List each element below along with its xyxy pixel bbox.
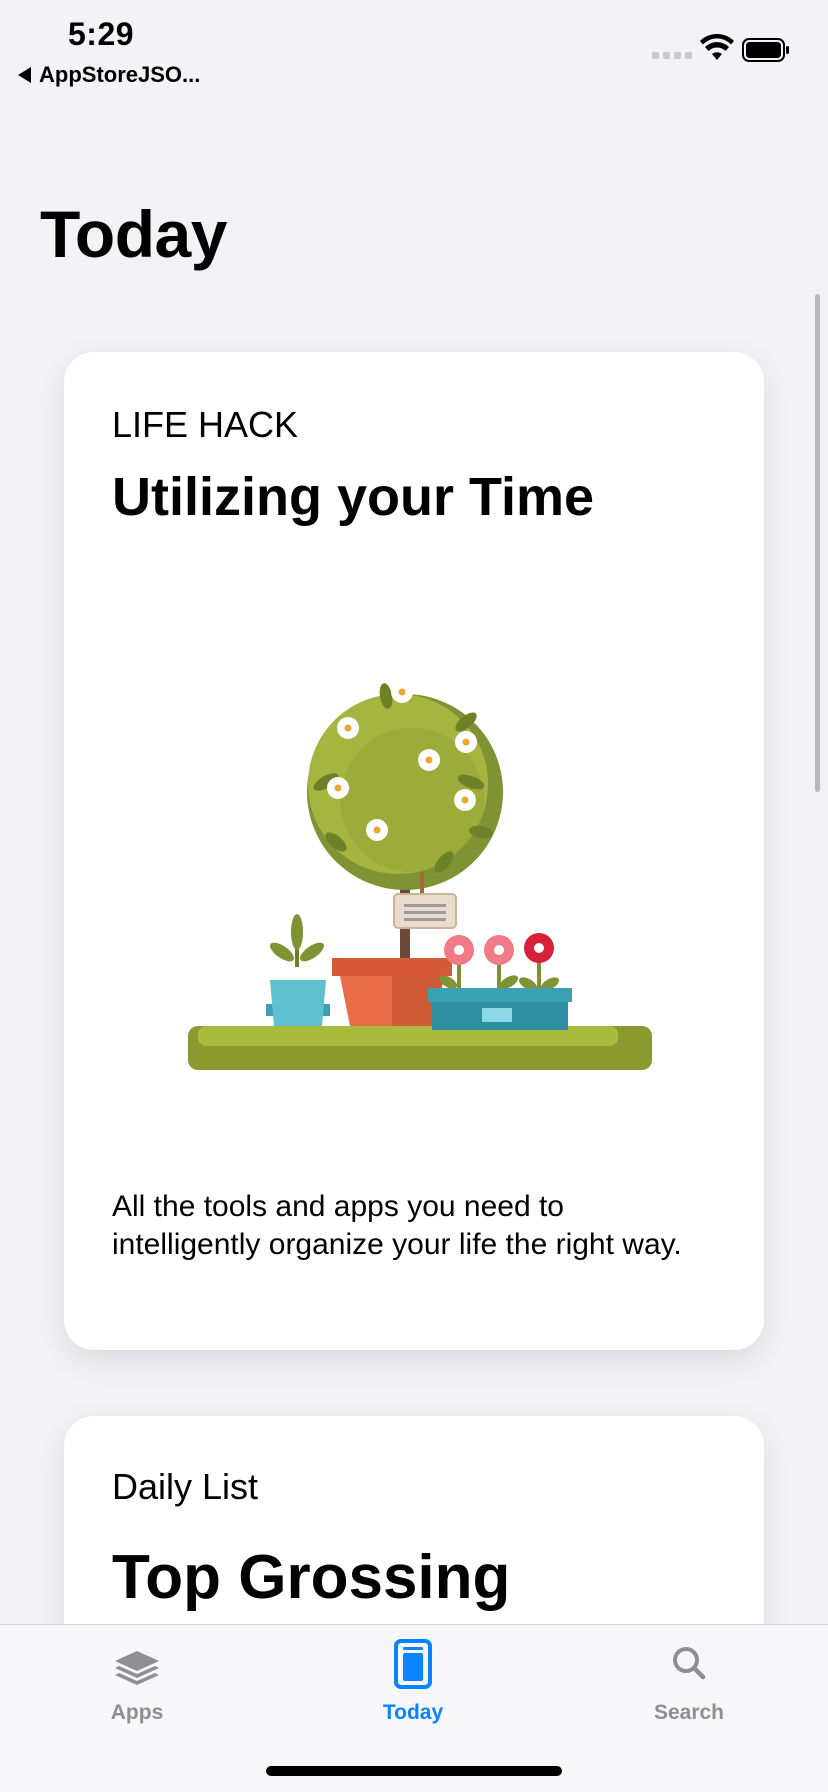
today-card-icon xyxy=(394,1639,432,1689)
scroll-indicator[interactable] xyxy=(815,294,820,792)
cellular-signal-icon xyxy=(652,52,692,59)
card-eyebrow: Daily List xyxy=(112,1466,259,1507)
tab-label: Today xyxy=(382,1701,444,1724)
home-indicator[interactable] xyxy=(266,1766,562,1776)
tab-apps[interactable]: Apps xyxy=(57,1637,217,1737)
stack-icon xyxy=(115,1651,159,1685)
card-description: All the tools and apps you need to intel… xyxy=(112,1190,682,1261)
magnifier-icon xyxy=(673,1647,706,1680)
page-title: Today xyxy=(40,197,227,271)
wifi-icon xyxy=(700,34,734,60)
tab-today[interactable]: Today xyxy=(333,1637,493,1737)
tab-label: Search xyxy=(653,1701,725,1724)
screen: 5:29 AppStoreJSO... Today LIFE HACK Util… xyxy=(0,0,828,1792)
status-time: 5:29 xyxy=(68,16,135,52)
back-arrow-icon xyxy=(18,67,31,83)
back-app-label: AppStoreJSO... xyxy=(39,62,201,87)
card-eyebrow: LIFE HACK xyxy=(112,404,299,445)
tab-search[interactable]: Search xyxy=(609,1637,769,1737)
tab-label: Apps xyxy=(110,1701,164,1724)
back-to-app-button[interactable]: AppStoreJSO... xyxy=(18,62,200,88)
card-title: Utilizing your Time xyxy=(112,467,595,527)
potted-plants-illustration xyxy=(188,681,652,1070)
battery-icon xyxy=(742,38,789,62)
card-title: Top Grossing xyxy=(112,1543,511,1612)
featured-story-card[interactable]: LIFE HACK Utilizing your Time All the to… xyxy=(64,352,764,1350)
